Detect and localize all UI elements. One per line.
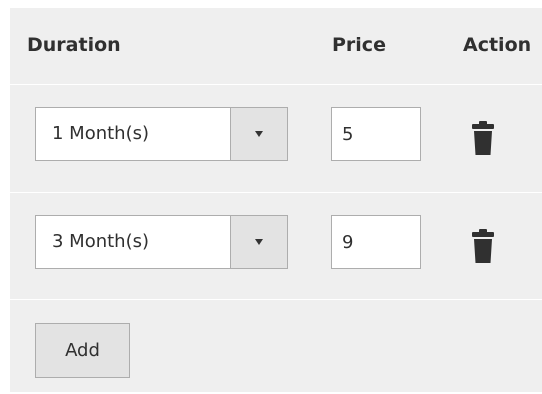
duration-select[interactable]: 1 Month(s) bbox=[35, 107, 288, 161]
trash-icon bbox=[472, 229, 494, 263]
duration-select[interactable]: 3 Month(s) bbox=[35, 215, 288, 269]
delete-row-button[interactable] bbox=[468, 116, 498, 156]
header-action: Action bbox=[463, 34, 532, 56]
row-divider bbox=[10, 299, 542, 300]
caret-down-icon bbox=[255, 131, 263, 137]
duration-price-panel: Duration Price Action 1 Month(s) 3 Month… bbox=[10, 8, 542, 392]
table-row: 1 Month(s) bbox=[10, 85, 542, 192]
header-duration: Duration bbox=[27, 34, 121, 56]
delete-row-button[interactable] bbox=[468, 224, 498, 264]
table-row: 3 Month(s) bbox=[10, 193, 542, 300]
caret-down-icon bbox=[255, 239, 263, 245]
table-header: Duration Price Action bbox=[10, 8, 542, 84]
duration-select-value: 1 Month(s) bbox=[52, 123, 150, 144]
trash-icon bbox=[472, 121, 494, 155]
price-input[interactable] bbox=[331, 107, 421, 161]
header-price: Price bbox=[332, 34, 386, 56]
duration-select-value: 3 Month(s) bbox=[52, 231, 150, 252]
duration-select-toggle[interactable] bbox=[230, 216, 287, 268]
add-button[interactable]: Add bbox=[35, 323, 130, 378]
duration-select-toggle[interactable] bbox=[230, 108, 287, 160]
price-input[interactable] bbox=[331, 215, 421, 269]
